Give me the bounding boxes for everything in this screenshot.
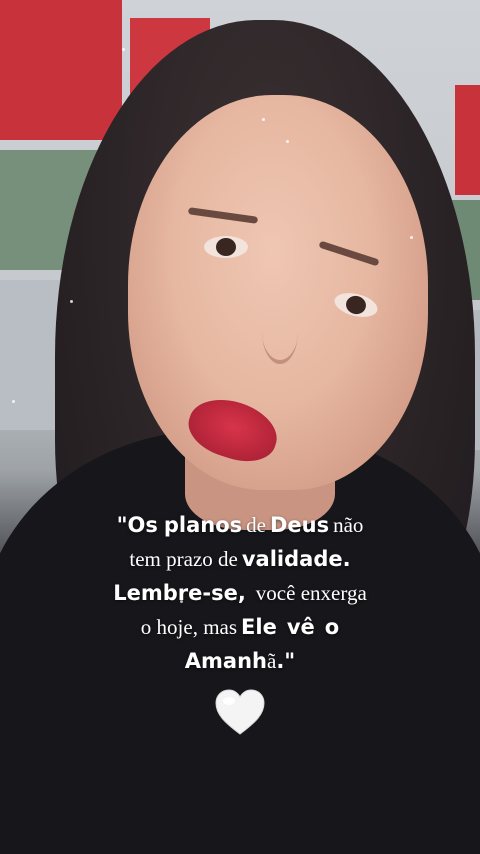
story-frame: "Os planos de Deus não tem prazo de valid… (0, 0, 480, 854)
nose (262, 300, 298, 364)
quote-word: não (333, 513, 364, 537)
left-eye (204, 236, 248, 258)
sparkle (12, 400, 15, 403)
quote-word: vê (286, 615, 315, 640)
red-tile (455, 85, 480, 195)
face (128, 95, 428, 490)
sparkle (262, 118, 265, 121)
quote-word: você enxerga (255, 581, 367, 606)
quote-word: tem prazo de (129, 547, 238, 572)
sparkle (122, 48, 125, 51)
quote-line-4: o hoje, mas Ele vê o (50, 610, 430, 644)
quote-word: o (324, 615, 340, 640)
quote-line-2: tem prazo de validade. (50, 542, 430, 576)
quote-line-5: Amanhã." (50, 644, 430, 678)
quote-word: Lembre-se, (113, 581, 246, 606)
quote-word: "Os (116, 513, 158, 537)
quote-word: Ele (241, 615, 277, 640)
quote-word: Amanh (184, 649, 267, 674)
quote-text: "Os planos de Deus não tem prazo de valid… (50, 508, 430, 678)
quote-word: planos (163, 513, 243, 537)
quote-word: de (246, 513, 266, 537)
quote-word: ." (276, 649, 296, 674)
quote-word: Deus (269, 513, 330, 537)
quote-word: ã (266, 649, 277, 674)
quote-line-1: "Os planos de Deus não (50, 508, 430, 542)
quote-word: validade. (241, 547, 351, 572)
sparkle (286, 140, 289, 143)
red-tile (0, 0, 122, 140)
sparkle (410, 236, 413, 239)
sparkle (70, 300, 73, 303)
quote-word: o hoje, mas (140, 615, 238, 640)
white-heart-icon (215, 689, 265, 735)
quote-line-3: Lembre-se, você enxerga (50, 576, 430, 610)
